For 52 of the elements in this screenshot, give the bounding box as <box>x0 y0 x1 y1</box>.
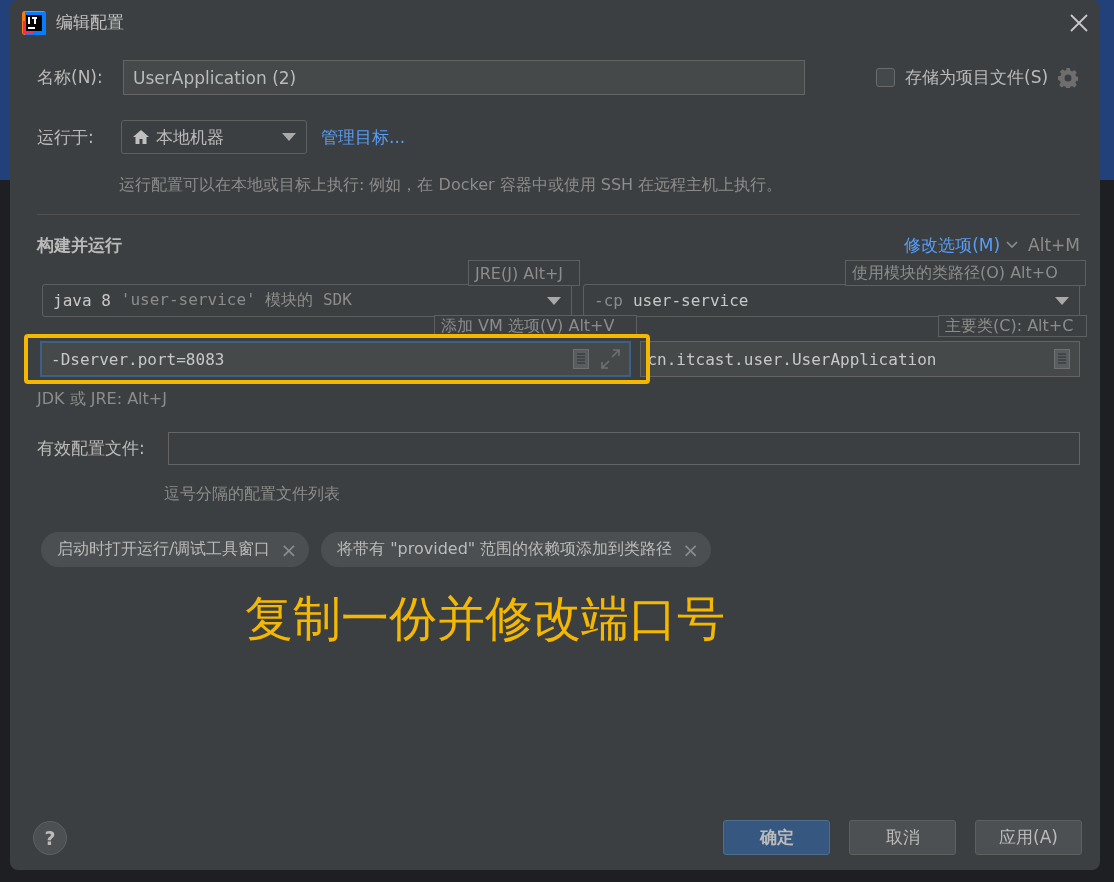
main-class-field[interactable]: cn.itcast.user.UserApplication <box>640 341 1080 377</box>
chip-label: 启动时打开运行/调试工具窗口 <box>57 539 271 560</box>
sdk-dropdown[interactable]: java 8 'user-service' 模块的 SDK <box>42 284 572 317</box>
document-icon[interactable] <box>573 349 590 369</box>
vm-options-value: -Dserver.port=8083 <box>51 349 225 369</box>
close-icon <box>1070 13 1088 32</box>
checkbox[interactable] <box>876 68 895 87</box>
target-value: 本地机器 <box>156 125 224 149</box>
app-logo-icon <box>22 10 46 35</box>
run-on-label: 运行于: <box>37 125 95 149</box>
description-text: 运行配置可以在本地或目标上执行: 例如，在 Docker 容器中或使用 SSH 在远程主机上执行。 <box>118 175 784 195</box>
manage-targets-link[interactable]: 管理目标... <box>321 125 406 149</box>
document-icon[interactable] <box>1054 349 1070 369</box>
sdk-hint: 'user-service' 模块的 SDK <box>120 290 352 311</box>
remove-option-button[interactable]: × <box>280 539 298 560</box>
caret-icon <box>1055 296 1069 305</box>
profiles-hint: 逗号分隔的配置文件列表 <box>163 484 341 502</box>
settings-icon[interactable] <box>1058 67 1079 88</box>
sdk-version: java 8 <box>53 291 111 310</box>
classpath-dropdown[interactable]: -cp user-service <box>583 284 1080 317</box>
dialog-button[interactable]: 取消 <box>849 820 956 855</box>
caret-icon <box>282 133 296 141</box>
remove-option-button[interactable]: × <box>682 539 700 560</box>
name-field[interactable]: UserApplication (2) <box>123 60 805 95</box>
annotation-text: 复制一份并修改端口号 <box>245 590 725 648</box>
help-button[interactable]: ? <box>33 820 67 855</box>
window-title: 编辑配置 <box>56 11 124 34</box>
close-button[interactable] <box>1070 13 1088 32</box>
profiles-field[interactable] <box>167 432 1080 465</box>
name-label: 名称(N): <box>37 66 104 89</box>
shortcut-text: Alt+M <box>1028 235 1080 255</box>
shortcut-hint: 主要类(C): Alt+C <box>938 315 1087 337</box>
dialog-button[interactable]: 确定 <box>723 820 830 855</box>
shortcut-hint: JRE(J) Alt+J <box>468 260 580 286</box>
main-class-value: cn.itcast.user.UserApplication <box>647 349 937 369</box>
target-dropdown[interactable]: 本地机器 <box>121 120 307 154</box>
profiles-label: 有效配置文件: <box>37 437 146 460</box>
classpath-value: user-service <box>632 291 749 310</box>
checkbox-label: 存储为项目文件(S) <box>905 66 1049 89</box>
shortcut-hint: 添加 VM 选项(V) Alt+V <box>434 315 637 337</box>
jdk-hint-text: JDK 或 JRE: Alt+J <box>37 389 167 407</box>
modify-options-link[interactable]: 修改选项(M) <box>904 233 1001 257</box>
section-title: 构建并运行 <box>37 233 122 257</box>
caret-icon <box>547 296 561 305</box>
vm-options-field[interactable]: -Dserver.port=8083 <box>40 341 632 377</box>
classpath-prefix: -cp <box>594 291 623 310</box>
chevron-icon <box>1006 241 1019 249</box>
shortcut-hint: 使用模块的类路径(O) Alt+O <box>845 260 1086 286</box>
chip-label: 将带有 "provided" 范围的依赖项添加到类路径 <box>337 539 673 560</box>
expand-icon[interactable] <box>601 349 621 369</box>
dialog-button[interactable]: 应用(A) <box>975 820 1082 855</box>
home-icon <box>132 129 150 145</box>
